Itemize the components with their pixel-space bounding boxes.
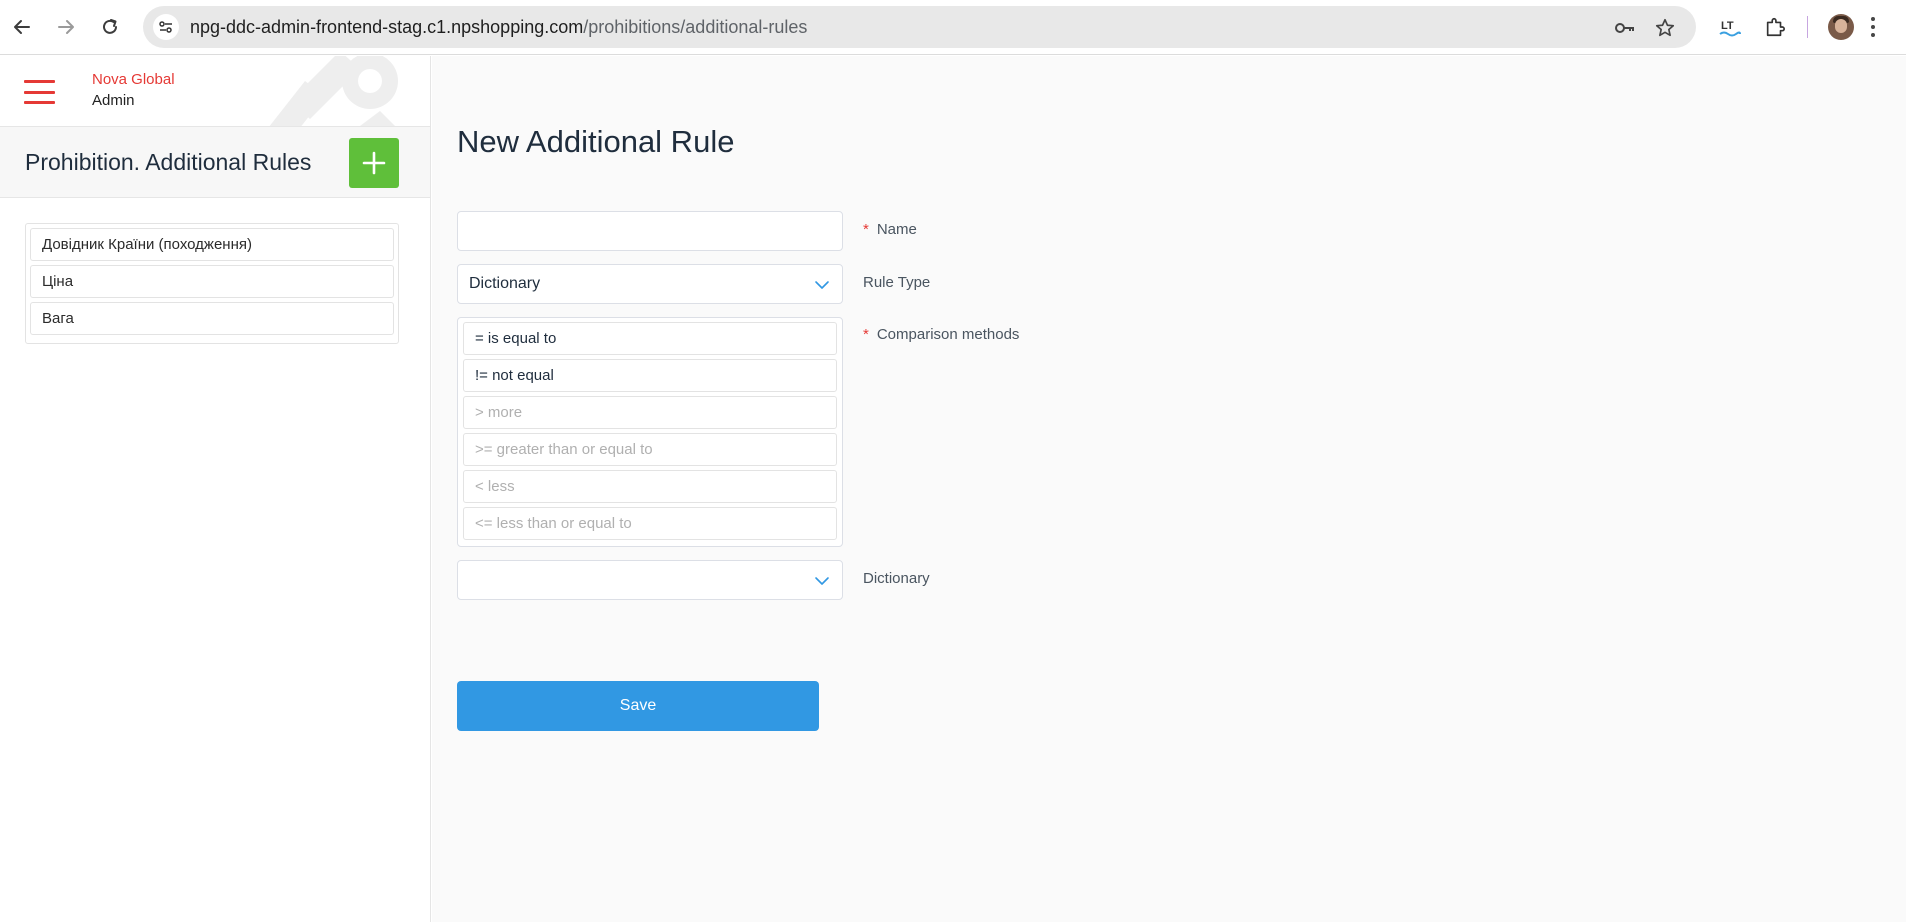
name-input[interactable] xyxy=(457,211,843,251)
site-info-icon[interactable] xyxy=(153,14,179,40)
page-title: New Additional Rule xyxy=(457,124,735,159)
bookmark-star-icon[interactable] xyxy=(1653,16,1677,40)
comparison-methods-label: * Comparison methods xyxy=(863,326,1019,343)
forward-arrow-icon[interactable] xyxy=(52,13,80,41)
list-item[interactable]: Ціна xyxy=(30,265,394,298)
toolbar-divider xyxy=(1807,16,1808,38)
extensions-puzzle-icon[interactable] xyxy=(1761,13,1789,41)
url-path: /prohibitions/additional-rules xyxy=(583,17,808,37)
address-bar[interactable]: npg-ddc-admin-frontend-stag.c1.npshoppin… xyxy=(143,6,1696,48)
languagetool-extension-icon[interactable]: LT xyxy=(1716,13,1744,41)
sidebar-header: Prohibition. Additional Rules xyxy=(0,126,430,198)
comparison-method-greater-or-equal[interactable]: >= greater than or equal to xyxy=(463,433,837,466)
chevron-down-icon xyxy=(815,577,829,585)
chrome-menu-icon[interactable] xyxy=(1870,17,1876,37)
rule-type-value: Dictionary xyxy=(469,275,541,292)
password-key-icon[interactable] xyxy=(1613,16,1637,40)
logo-watermark-icon xyxy=(269,56,398,126)
comparison-method-less-or-equal[interactable]: <= less than or equal to xyxy=(463,507,837,540)
brand-subtitle: Admin xyxy=(92,92,135,109)
rule-type-select[interactable]: Dictionary xyxy=(457,264,843,304)
dictionary-label: Dictionary xyxy=(863,570,930,587)
back-arrow-icon[interactable] xyxy=(8,13,36,41)
save-button[interactable]: Save xyxy=(457,681,819,731)
sidebar: Nova Global Admin Prohibition. Additiona… xyxy=(0,56,431,922)
sidebar-title: Prohibition. Additional Rules xyxy=(25,149,312,175)
comparison-methods-list: = is equal to != not equal > more >= gre… xyxy=(457,317,843,547)
required-marker: * xyxy=(863,326,869,343)
comparison-method-not-equal[interactable]: != not equal xyxy=(463,359,837,392)
reload-icon[interactable] xyxy=(96,13,124,41)
comparison-method-less[interactable]: < less xyxy=(463,470,837,503)
browser-toolbar: npg-ddc-admin-frontend-stag.c1.npshoppin… xyxy=(0,0,1906,55)
brand-name: Nova Global xyxy=(92,71,175,88)
hamburger-menu-icon[interactable] xyxy=(24,80,55,104)
url-host: npg-ddc-admin-frontend-stag.c1.npshoppin… xyxy=(190,17,584,37)
list-item[interactable]: Довідник Країни (походження) xyxy=(30,228,394,261)
comparison-method-equal[interactable]: = is equal to xyxy=(463,322,837,355)
rule-type-label: Rule Type xyxy=(863,274,931,291)
list-item[interactable]: Вага xyxy=(30,302,394,335)
sidebar-brand-area: Nova Global Admin xyxy=(0,56,430,126)
url-text[interactable]: npg-ddc-admin-frontend-stag.c1.npshoppin… xyxy=(190,17,807,38)
required-marker: * xyxy=(863,221,869,238)
add-rule-button[interactable] xyxy=(349,138,399,188)
name-label-text: Name xyxy=(876,221,917,238)
svg-text:LT: LT xyxy=(1721,20,1734,32)
rule-list: Довідник Країни (походження) Ціна Вага xyxy=(25,223,399,344)
comparison-method-more[interactable]: > more xyxy=(463,396,837,429)
main-content: New Additional Rule * Name Dictionary Rul… xyxy=(432,56,1906,922)
profile-avatar[interactable] xyxy=(1828,14,1854,40)
plus-icon xyxy=(362,151,386,175)
name-label: * Name xyxy=(863,221,917,238)
dictionary-select[interactable] xyxy=(457,560,843,600)
chevron-down-icon xyxy=(815,281,829,289)
comparison-methods-label-text: Comparison methods xyxy=(876,326,1020,343)
